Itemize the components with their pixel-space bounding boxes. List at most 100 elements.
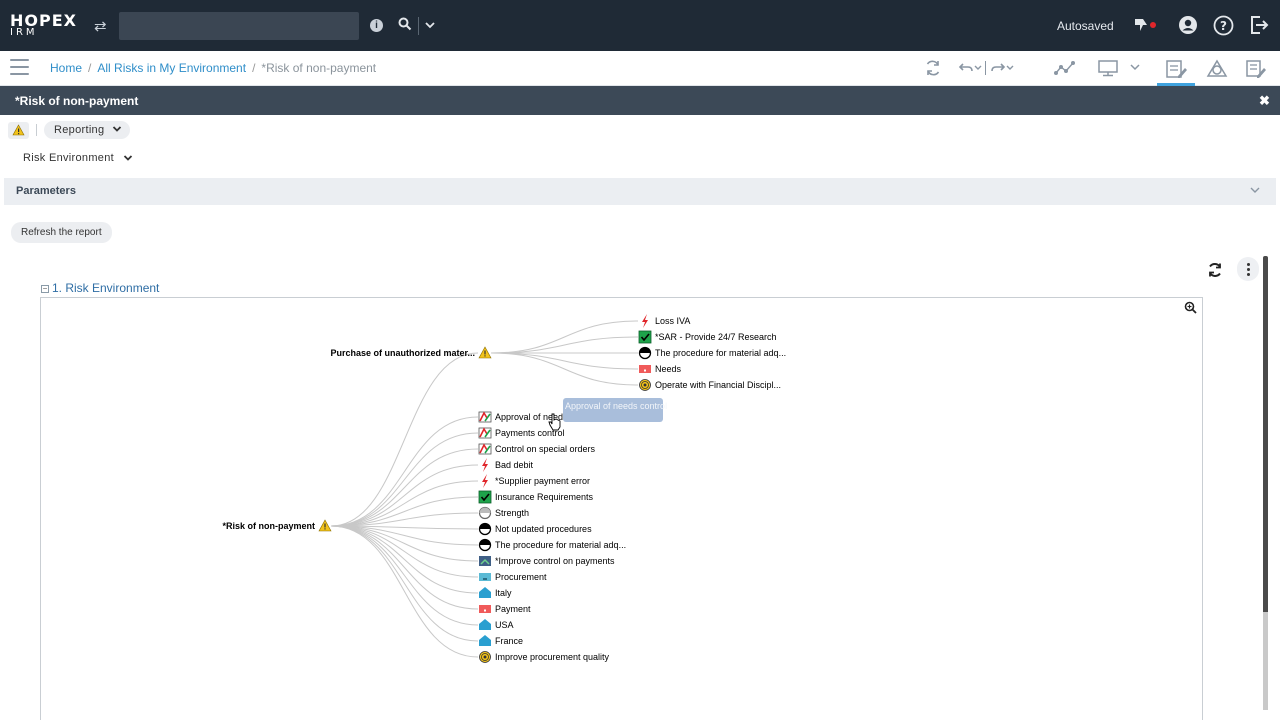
logout-icon[interactable] <box>1249 15 1269 35</box>
graph-view-icon[interactable] <box>1054 59 1076 77</box>
sync-icon[interactable] <box>1207 262 1223 278</box>
warning-status-button[interactable] <box>8 122 29 139</box>
action-plan-icon <box>479 556 491 566</box>
control-icon <box>478 411 492 423</box>
tree-node-label: *Improve control on payments <box>495 556 615 566</box>
tree-node-label: Not updated procedures <box>495 524 592 534</box>
tree-node[interactable]: Bad debit <box>482 458 534 472</box>
swap-icon[interactable]: ⇄ <box>94 17 107 35</box>
info-icon[interactable]: i <box>370 19 383 32</box>
warning-icon <box>318 519 332 532</box>
chevron-down-icon <box>1250 187 1260 193</box>
tree-node[interactable]: Operate with Financial Discipl... <box>639 379 782 391</box>
undo-icon[interactable] <box>956 59 982 77</box>
tree-node-label: The procedure for material adq... <box>495 540 626 550</box>
tree-node[interactable]: Procurement <box>479 572 547 582</box>
tree-node[interactable]: *SAR - Provide 24/7 Research <box>638 330 777 344</box>
tree-node-label: Loss IVA <box>655 316 690 326</box>
tree-link <box>490 320 639 354</box>
menu-hamburger-icon[interactable] <box>10 59 29 76</box>
search-options-chevron-down-icon[interactable] <box>424 19 436 31</box>
lightning-icon <box>482 474 488 488</box>
close-icon[interactable]: ✖ <box>1259 93 1270 109</box>
refresh-report-button[interactable]: Refresh the report <box>11 222 112 243</box>
tree-node[interactable]: *Improve control on payments <box>479 556 615 566</box>
breadcrumb-home-link[interactable]: Home <box>50 61 82 75</box>
warning-icon <box>478 346 492 359</box>
objects-network-icon[interactable] <box>1206 59 1228 79</box>
tree-node[interactable]: Payment <box>479 604 531 614</box>
svg-text:?: ? <box>1220 19 1227 33</box>
notifications-icon[interactable] <box>1133 15 1157 35</box>
tree-node[interactable]: Needs <box>639 364 682 374</box>
tree-node-label: USA <box>495 620 514 630</box>
redo-icon[interactable] <box>990 59 1016 77</box>
help-icon[interactable]: ? <box>1213 15 1234 36</box>
object-title: *Risk of non-payment <box>15 94 139 108</box>
tree-node-label: Strength <box>495 508 529 518</box>
scrollbar-thumb[interactable] <box>1263 612 1268 710</box>
report-edit-icon[interactable] <box>1165 59 1187 79</box>
half-circle-light-icon <box>478 506 492 520</box>
tree-node[interactable]: Improve procurement quality <box>479 651 610 663</box>
zoom-in-icon[interactable] <box>1184 301 1197 314</box>
comment-edit-icon[interactable] <box>1245 59 1267 79</box>
tree-node[interactable]: The procedure for material adq... <box>638 346 787 360</box>
hopex-logo[interactable]: HOPEX IRM <box>10 13 77 38</box>
collapse-toggle-icon[interactable]: − <box>41 285 49 293</box>
report-selector[interactable]: Risk Environment <box>23 152 133 164</box>
tree-node[interactable]: Control on special orders <box>478 443 596 455</box>
tree-link <box>330 464 479 527</box>
report-section-label: 1. Risk Environment <box>52 281 160 295</box>
tree-node-label: *Risk of non-payment <box>222 521 315 531</box>
tree-node[interactable]: Purchase of unauthorized mater... <box>330 346 492 359</box>
tree-node[interactable]: The procedure for material adq... <box>478 538 627 552</box>
tree-link-root-to-subroot <box>330 352 479 527</box>
need-icon <box>479 605 491 613</box>
need-icon <box>639 365 651 373</box>
tree-link <box>490 352 639 386</box>
user-account-icon[interactable] <box>1178 15 1198 35</box>
parameters-section-header[interactable]: Parameters <box>4 178 1276 205</box>
report-section-title[interactable]: −1. Risk Environment <box>41 281 159 295</box>
search-input[interactable] <box>119 12 359 40</box>
navigation-bar: Home / All Risks in My Environment / *Risk o… <box>0 51 1280 86</box>
tree-node-label: Bad debit <box>495 460 534 470</box>
tree-node[interactable]: Strength <box>478 506 530 520</box>
tree-link <box>330 525 479 610</box>
tree-node-label: Needs <box>655 364 682 374</box>
tree-diagram-canvas: *Risk of non-payment Purchase of unauthor… <box>222 314 787 663</box>
tree-node[interactable]: USA <box>479 619 514 630</box>
tree-node-label: Procurement <box>495 572 547 582</box>
display-chevron-down-icon[interactable] <box>1129 63 1141 73</box>
risk-environment-diagram: *Risk of non-payment Purchase of unauthor… <box>40 297 1203 720</box>
site-icon <box>479 619 491 630</box>
tree-node[interactable]: *Supplier payment error <box>482 474 590 488</box>
lightning-icon <box>642 314 648 328</box>
chevron-down-icon <box>113 126 122 132</box>
chevron-down-icon <box>123 155 133 161</box>
warning-icon <box>12 124 25 136</box>
refresh-icon[interactable] <box>924 59 942 77</box>
tree-node[interactable]: Loss IVA <box>642 314 690 328</box>
tree-link <box>330 432 479 527</box>
tree-node[interactable]: *Risk of non-payment <box>222 519 332 532</box>
tree-node[interactable]: Insurance Requirements <box>478 490 594 504</box>
search-icon[interactable] <box>398 17 412 31</box>
control-icon <box>478 427 492 439</box>
more-options-icon[interactable] <box>1237 257 1259 281</box>
tree-node-label: France <box>495 636 523 646</box>
tree-node[interactable]: Italy <box>479 587 512 598</box>
breadcrumb-parent-link[interactable]: All Risks in My Environment <box>97 61 246 75</box>
tree-node-label: *SAR - Provide 24/7 Research <box>655 332 777 342</box>
display-monitor-icon[interactable] <box>1097 59 1119 77</box>
reporting-dropdown[interactable]: Reporting <box>44 121 131 139</box>
tree-node-label: Italy <box>495 588 512 598</box>
breadcrumb-separator: / <box>88 61 92 75</box>
half-circle-icon <box>478 538 492 552</box>
tree-node[interactable]: France <box>479 635 523 646</box>
report-selector-label: Risk Environment <box>23 152 114 164</box>
site-icon <box>479 635 491 646</box>
site-icon <box>479 587 491 598</box>
tree-node[interactable]: Not updated procedures <box>478 522 593 536</box>
